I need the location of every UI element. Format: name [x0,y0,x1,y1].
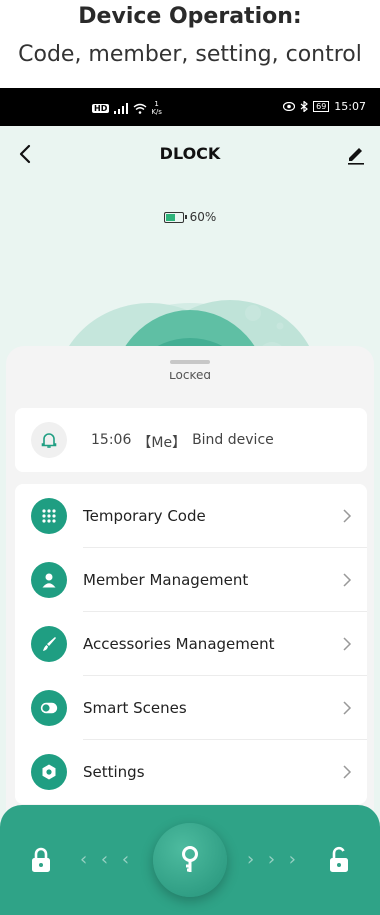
chevron-right-icon [343,509,352,523]
person-icon [31,562,67,598]
log-time: 15:06 [91,432,132,448]
device-battery: 60% [0,210,380,224]
status-battery: 69 [313,101,330,112]
net-speed: 1 K/s [151,100,162,116]
banner: Device Operation: Code, member, setting,… [0,0,380,88]
battery-percent: 60% [189,210,217,224]
menu-label: Accessories Management [83,635,275,653]
banner-subtitle: Code, member, setting, control [18,42,362,67]
slide-right-arrows: › › › [246,849,300,870]
gear-icon [31,754,67,790]
lock-icon[interactable] [28,845,54,875]
menu-label: Temporary Code [83,507,206,525]
slide-left-arrows: ‹ ‹ ‹ [80,849,134,870]
navbar: DLOCK [0,126,380,186]
battery-icon [163,211,187,223]
key-icon [182,846,198,872]
menu-card: Temporary Code Member Management Accesso… [15,484,367,804]
log-action: Bind device [192,432,274,448]
status-bar: HD 1 K/s 69 15:07 [0,88,380,126]
edit-icon[interactable] [344,142,368,166]
page-title: DLOCK [159,144,221,163]
chevron-right-icon [343,573,352,587]
phone-screen: HD 1 K/s 69 15:07 DLOCK 60% Locked 15:06… [0,88,380,915]
signal-icon [114,102,129,114]
keypad-icon [31,498,67,534]
chevron-right-icon [343,765,352,779]
menu-item-accessories-management[interactable]: Accessories Management [15,612,367,676]
status-right: 69 15:07 [283,100,366,113]
wifi-icon [133,103,147,114]
menu-label: Smart Scenes [83,699,187,717]
menu-item-settings[interactable]: Settings [15,740,367,804]
bluetooth-icon [300,101,309,112]
hd-badge: HD [92,103,110,113]
activity-log-card[interactable]: 15:06 【Me】 Bind device [15,408,367,472]
eye-icon [283,102,296,111]
log-actor: 【Me】 [137,435,187,451]
log-entry: 15:06 【Me】 Bind device [91,432,274,452]
menu-item-smart-scenes[interactable]: Smart Scenes [15,676,367,740]
brush-icon [31,626,67,662]
key-slider-button[interactable] [153,823,227,897]
menu-item-temporary-code[interactable]: Temporary Code [15,484,367,548]
unlock-icon[interactable] [326,845,352,875]
chevron-right-icon [343,637,352,651]
banner-title: Device Operation: [78,4,302,29]
status-left: HD 1 K/s [92,100,162,116]
menu-label: Settings [83,763,145,781]
menu-item-member-management[interactable]: Member Management [15,548,367,612]
sheet-handle[interactable] [170,360,210,364]
lock-control-bar: ‹ ‹ ‹ › › › [0,805,380,915]
menu-label: Member Management [83,571,249,589]
bell-icon [31,422,67,458]
status-time: 15:07 [334,100,366,113]
toggle-icon [31,690,67,726]
lock-status-label: Locked [169,372,211,382]
chevron-right-icon [343,701,352,715]
